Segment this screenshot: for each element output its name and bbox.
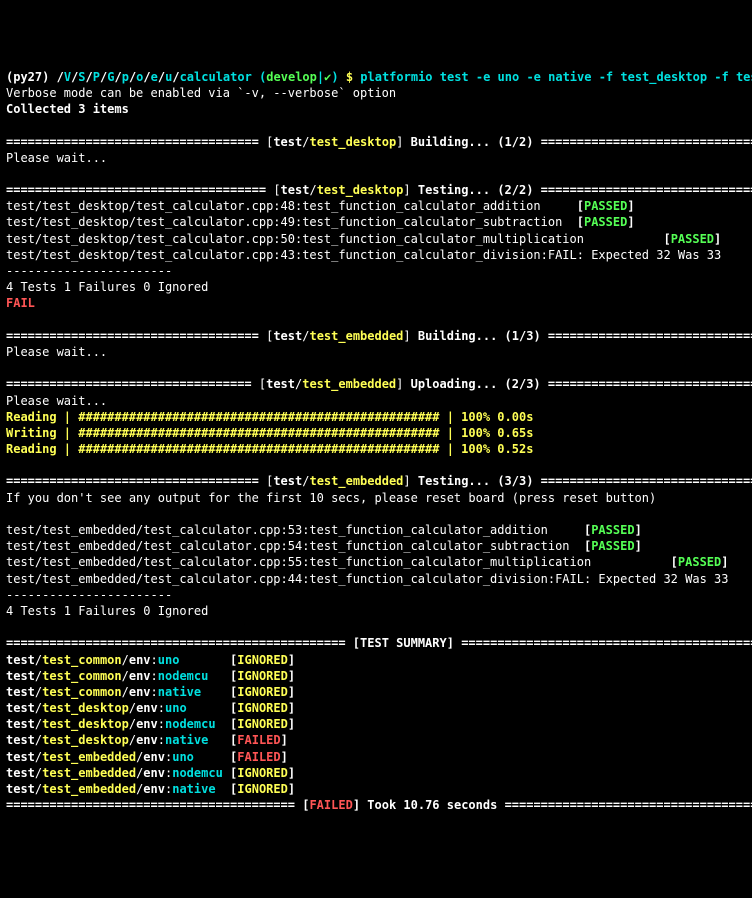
terminal-output: (py27) /V/S/P/G/p/o/e/u/calculator (deve… [6, 69, 746, 814]
